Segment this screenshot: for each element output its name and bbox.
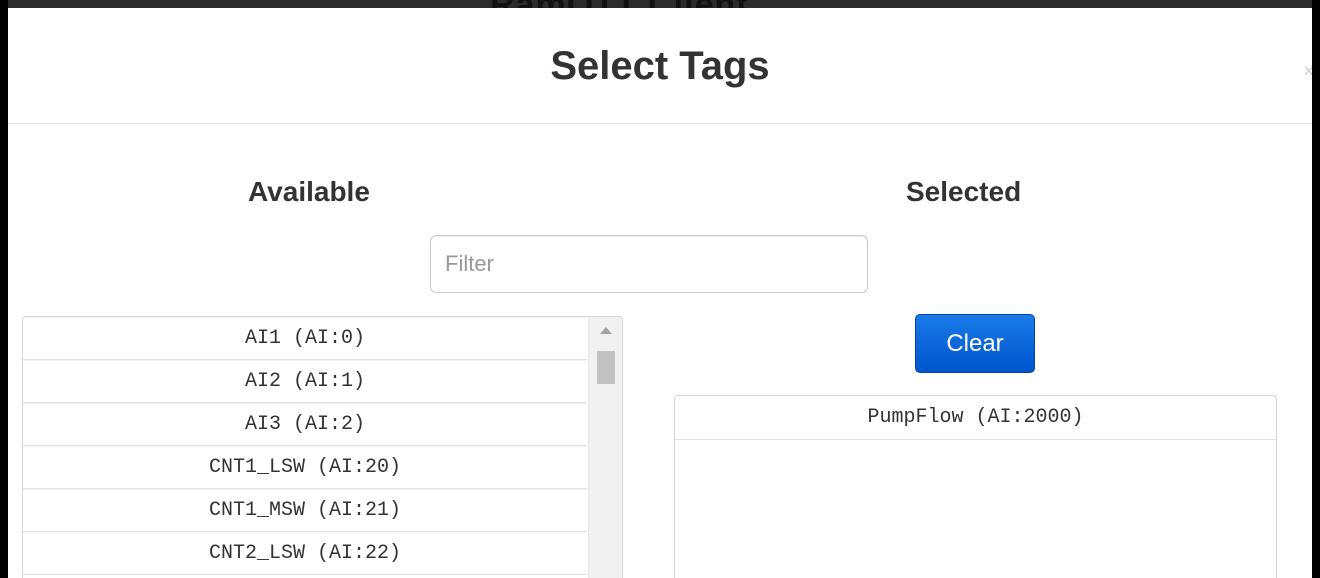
available-tag-item[interactable]: CNT1_LSW (AI:20) bbox=[23, 446, 587, 489]
available-tag-item[interactable]: AI2 (AI:1) bbox=[23, 360, 587, 403]
select-tags-modal: Select Tags × Available Selected AI1 (AI… bbox=[8, 8, 1312, 578]
selected-tags-list[interactable]: PumpFlow (AI:2000) bbox=[674, 395, 1277, 578]
available-tag-item[interactable]: AI1 (AI:0) bbox=[23, 317, 587, 360]
available-heading: Available bbox=[248, 176, 370, 207]
list-scrollbar[interactable] bbox=[588, 317, 622, 578]
scroll-thumb[interactable] bbox=[597, 351, 615, 384]
selected-tag-item[interactable]: PumpFlow (AI:2000) bbox=[675, 396, 1276, 440]
scroll-up-arrow-icon[interactable] bbox=[600, 327, 612, 334]
available-tags-list[interactable]: AI1 (AI:0) AI2 (AI:1) AI3 (AI:2) CNT1_LS… bbox=[22, 316, 623, 578]
available-tag-item[interactable]: CNT1_MSW (AI:21) bbox=[23, 489, 587, 532]
available-tag-item[interactable]: CNT2_LSW (AI:22) bbox=[23, 532, 587, 575]
available-tag-item[interactable]: AI3 (AI:2) bbox=[23, 403, 587, 446]
modal-header: Select Tags × bbox=[8, 8, 1312, 124]
clear-button[interactable]: Clear bbox=[915, 314, 1035, 373]
close-icon[interactable]: × bbox=[1303, 62, 1312, 80]
available-tags-items: AI1 (AI:0) AI2 (AI:1) AI3 (AI:2) CNT1_LS… bbox=[23, 317, 587, 575]
selected-heading: Selected bbox=[906, 176, 1022, 207]
filter-input[interactable] bbox=[430, 235, 868, 293]
modal-title: Select Tags bbox=[550, 44, 770, 88]
